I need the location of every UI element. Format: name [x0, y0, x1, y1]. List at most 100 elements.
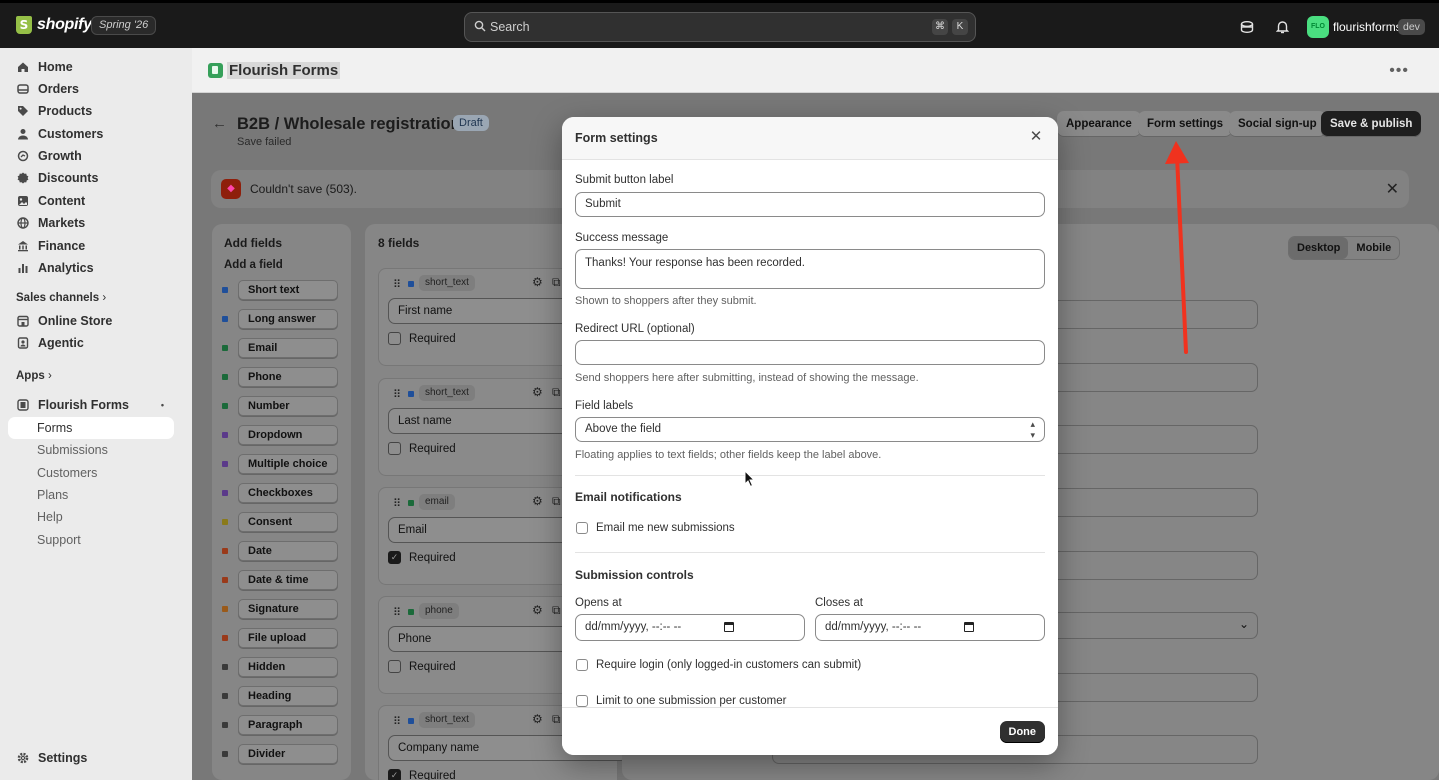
checkbox-box[interactable]: ✓ [388, 551, 401, 564]
sidebar-item-agentic[interactable]: Agentic [8, 332, 174, 354]
form-settings-button[interactable]: Form settings [1138, 111, 1233, 137]
more-actions-icon[interactable]: ••• [1389, 62, 1409, 80]
shopify-logo[interactable]: S shopify [16, 16, 92, 34]
add-field-button[interactable]: Dropdown [238, 425, 338, 445]
required-checkbox[interactable]: Required [388, 442, 456, 455]
bell-icon[interactable] [1272, 17, 1292, 37]
require-login-checkbox[interactable]: Require login (only logged-in customers … [576, 659, 861, 671]
drag-handle-icon[interactable]: ⠿ [393, 388, 401, 401]
gear-icon[interactable]: ⚙ [532, 494, 543, 508]
add-field-item[interactable]: Short text [222, 280, 338, 300]
drag-handle-icon[interactable]: ⠿ [393, 606, 401, 619]
add-field-item[interactable]: Multiple choice [222, 454, 338, 474]
modal-body[interactable]: Submit button label Submit Success messa… [562, 160, 1058, 707]
sidebar-item-finance[interactable]: Finance [8, 235, 174, 257]
store-avatar[interactable]: FLO [1307, 16, 1329, 38]
sidebar-subitem-help[interactable]: Help [8, 506, 174, 528]
add-field-button[interactable]: Multiple choice [238, 454, 338, 474]
submit-label-input[interactable]: Submit [575, 192, 1045, 217]
sidebar-subitem-customers[interactable]: Customers [8, 462, 174, 484]
mobile-toggle-button[interactable]: Mobile [1348, 237, 1399, 259]
redirect-url-input[interactable] [575, 340, 1045, 365]
checkbox-box[interactable] [576, 522, 588, 534]
desktop-toggle-button[interactable]: Desktop [1289, 237, 1349, 259]
sidebar-item-orders[interactable]: Orders [8, 78, 174, 100]
add-field-item[interactable]: Date & time [222, 570, 338, 590]
add-field-button[interactable]: Long answer [238, 309, 338, 329]
dismiss-banner-icon[interactable]: ✕ [1386, 179, 1399, 199]
sidebar-item-markets[interactable]: Markets [8, 212, 174, 234]
add-field-button[interactable]: Email [238, 338, 338, 358]
duplicate-icon[interactable]: ⧉ [552, 275, 561, 290]
add-field-item[interactable]: File upload [222, 628, 338, 648]
add-field-item[interactable]: Long answer [222, 309, 338, 329]
checkbox-box[interactable] [388, 332, 401, 345]
add-field-item[interactable]: Dropdown [222, 425, 338, 445]
store-name[interactable]: flourishforms [1333, 20, 1402, 34]
checkbox-box[interactable] [576, 659, 588, 671]
checkbox-box[interactable]: ✓ [388, 769, 401, 780]
sidebar-subitem-plans[interactable]: Plans [8, 484, 174, 506]
add-field-button[interactable]: Date [238, 541, 338, 561]
sidebar-item-flourish-forms[interactable]: Flourish Forms • [8, 394, 174, 416]
checkbox-box[interactable] [388, 442, 401, 455]
opens-at-input[interactable]: dd/mm/yyyy, --:-- -- [575, 614, 805, 641]
required-checkbox[interactable]: Required [388, 332, 456, 345]
drag-handle-icon[interactable]: ⠿ [393, 497, 401, 510]
storage-icon[interactable] [1237, 17, 1257, 37]
gear-icon[interactable]: ⚙ [532, 385, 543, 399]
gear-icon[interactable]: ⚙ [532, 712, 543, 726]
duplicate-icon[interactable]: ⧉ [552, 603, 561, 618]
field-labels-select[interactable]: Above the field ▴ ▾ [575, 417, 1045, 442]
calendar-icon[interactable] [964, 622, 974, 632]
add-field-button[interactable]: Short text [238, 280, 338, 300]
add-field-item[interactable]: Checkboxes [222, 483, 338, 503]
sidebar-item-home[interactable]: Home [8, 56, 174, 78]
gear-icon[interactable]: ⚙ [532, 275, 543, 289]
sidebar-item-discounts[interactable]: Discounts [8, 167, 174, 189]
add-field-item[interactable]: Signature [222, 599, 338, 619]
limit-one-checkbox[interactable]: Limit to one submission per customer [576, 695, 786, 707]
duplicate-icon[interactable]: ⧉ [552, 494, 561, 509]
add-field-button[interactable]: Signature [238, 599, 338, 619]
add-field-item[interactable]: Hidden [222, 657, 338, 677]
done-button[interactable]: Done [999, 721, 1045, 743]
sidebar-subitem-submissions[interactable]: Submissions [8, 439, 174, 461]
sidebar-item-products[interactable]: Products [8, 100, 174, 122]
add-field-button[interactable]: Heading [238, 686, 338, 706]
add-field-item[interactable]: Divider [222, 744, 338, 764]
add-field-item[interactable]: Phone [222, 367, 338, 387]
close-icon[interactable]: ✕ [1027, 128, 1045, 146]
required-checkbox[interactable]: ✓ Required [388, 551, 456, 564]
add-field-item[interactable]: Consent [222, 512, 338, 532]
add-field-button[interactable]: Paragraph [238, 715, 338, 735]
duplicate-icon[interactable]: ⧉ [552, 385, 561, 400]
sidebar-item-online-store[interactable]: Online Store [8, 310, 174, 332]
sidebar-item-growth[interactable]: Growth [8, 145, 174, 167]
apps-header[interactable]: Apps › [16, 370, 52, 382]
search-bar[interactable]: Search ⌘ K [464, 12, 976, 42]
add-field-button[interactable]: File upload [238, 628, 338, 648]
success-message-textarea[interactable]: Thanks! Your response has been recorded. [575, 249, 1045, 289]
sidebar-subitem-forms[interactable]: Forms [8, 417, 174, 439]
sidebar-item-customers[interactable]: Customers [8, 123, 174, 145]
add-field-item[interactable]: Heading [222, 686, 338, 706]
gear-icon[interactable]: ⚙ [532, 603, 543, 617]
back-arrow-icon[interactable]: ← [212, 115, 227, 132]
appearance-button[interactable]: Appearance [1057, 111, 1141, 137]
add-field-button[interactable]: Number [238, 396, 338, 416]
save-publish-button[interactable]: Save & publish [1321, 111, 1422, 137]
email-submissions-checkbox[interactable]: Email me new submissions [576, 522, 735, 534]
sidebar-item-content[interactable]: Content [8, 190, 174, 212]
drag-handle-icon[interactable]: ⠿ [393, 278, 401, 291]
calendar-icon[interactable] [724, 622, 734, 632]
sidebar-item-analytics[interactable]: Analytics [8, 257, 174, 279]
required-checkbox[interactable]: Required [388, 660, 456, 673]
closes-at-input[interactable]: dd/mm/yyyy, --:-- -- [815, 614, 1045, 641]
add-field-item[interactable]: Number [222, 396, 338, 416]
add-field-button[interactable]: Hidden [238, 657, 338, 677]
add-field-item[interactable]: Email [222, 338, 338, 358]
sidebar-subitem-support[interactable]: Support [8, 529, 174, 551]
add-field-button[interactable]: Consent [238, 512, 338, 532]
add-field-button[interactable]: Phone [238, 367, 338, 387]
